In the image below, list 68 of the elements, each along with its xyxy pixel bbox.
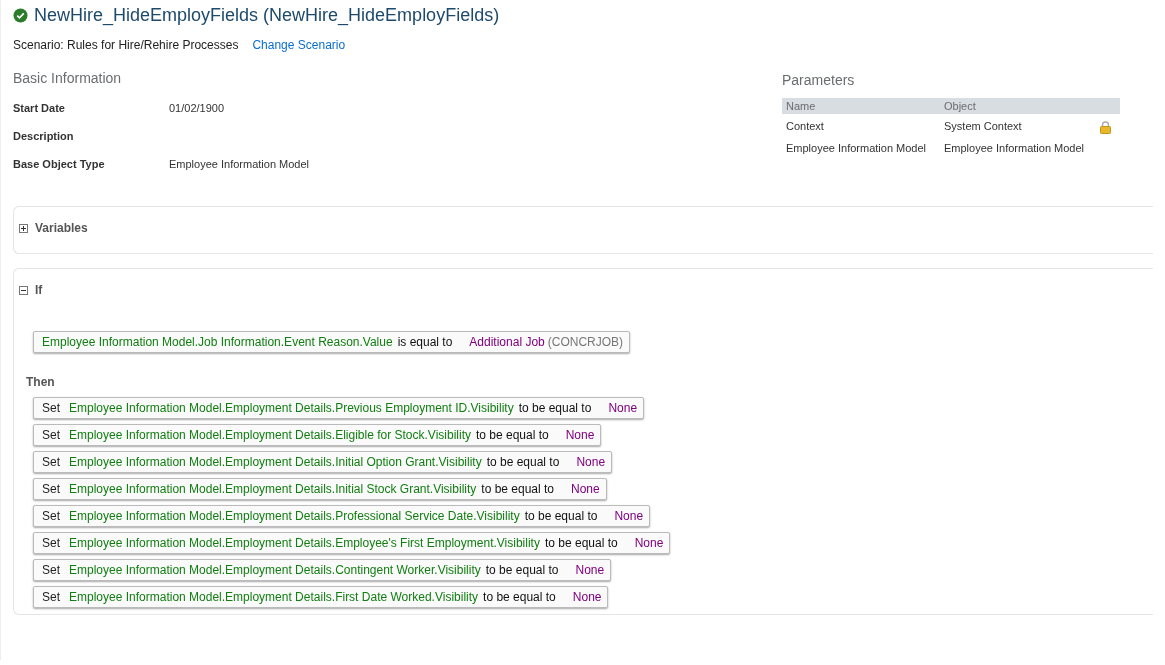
set-keyword: Set [42,590,60,604]
action-statement[interactable]: Set Employee Information Model.Employment Details.Eligible for Stock.Visibility to be equal to None [33,424,602,446]
operator-text: to be equal to [524,509,598,523]
column-header: Name [782,98,940,114]
field-path: Employee Information Model.Employment Details.Initial Stock Grant.Visibility [69,482,477,496]
operator-text: to be equal to [483,590,556,604]
field-label: Start Date [13,102,66,116]
set-keyword: Set [42,455,60,469]
value-text: None [608,401,638,415]
field-path: Employee Information Model.Employment Details.Initial Option Grant.Visibility [69,455,482,469]
operator-text: to be equal to [485,563,559,577]
value-code: (CONCRJOB) [547,335,624,349]
field-path: Employee Information Model.Employment Details.Employee's First Employment.Visibility [69,536,540,550]
field-path: Employee Information Model.Employment Details.Previous Employment ID.Visibility [69,401,514,415]
operator-text: is equal to [397,335,453,349]
value-text: None [572,590,602,604]
action-statement[interactable]: Set Employee Information Model.Employment Details.Contingent Worker.Visibility to be equal to None [33,559,612,581]
then-label: Then [26,375,56,389]
value-text: None [614,509,644,523]
set-keyword: Set [42,509,60,523]
condition-statement[interactable]: Employee Information Model.Job Information.Event Reason.Value is equal to Additional Job (CONCRJOB) [33,331,631,353]
action-statement[interactable]: Set Employee Information Model.Employment Details.Initial Stock Grant.Visibility to be equal to None [33,478,607,500]
field-path: Employee Information Model.Employment Details.Eligible for Stock.Visibility [69,428,471,442]
lock-icon [1100,120,1111,134]
action-statement[interactable]: Set Employee Information Model.Employment Details.Previous Employment ID.Visibility to be equal to None [33,397,645,419]
action-statement[interactable]: Set Employee Information Model.Employment Details.Professional Service Date.Visibility to be equal to None [33,505,651,527]
value-text: Additional Job [469,335,545,349]
set-keyword: Set [42,428,60,442]
if-toggle[interactable]: If [19,269,43,301]
operator-text: to be equal to [475,428,549,442]
variables-toggle[interactable]: Variables [19,207,88,239]
table-cell-text: Employee Information Model [785,141,927,156]
operator-text: to be equal to [518,401,592,415]
action-statement[interactable]: Set Employee Information Model.Employment Details.Employee's First Employment.Visibility to be equal to None [33,532,671,554]
set-keyword: Set [42,401,60,415]
table-cell-text: System Context [943,119,1023,134]
operator-text: to be equal to [481,482,555,496]
scenario-text: Scenario: Rules for Hire/Rehire Processes [13,38,239,52]
success-check-icon [13,8,28,23]
collapse-icon [19,285,28,295]
action-statement[interactable]: Set Employee Information Model.Employment Details.First Date Worked.Visibility to be equal to None [33,586,609,608]
set-keyword: Set [42,563,60,577]
change-scenario-link[interactable]: Change Scenario [252,38,346,52]
field-value: 01/02/1900 [169,102,226,116]
value-text: None [565,428,595,442]
field-path: Employee Information Model.Employment Details.Contingent Worker.Visibility [69,563,481,577]
rule-title: NewHire_HideEmployFields (NewHire_HideEmployFields) [34,5,500,26]
operator-text: to be equal to [544,536,618,550]
field-label: Base Object Type [13,158,106,172]
field-path: Employee Information Model.Job Information.Event Reason.Value [42,335,393,349]
set-keyword: Set [42,536,60,550]
table-cell-text: Context [785,119,825,134]
value-text: None [634,536,664,550]
value-text: None [575,563,605,577]
expand-icon [19,223,28,233]
field-path: Employee Information Model.Employment Details.Professional Service Date.Visibility [69,509,520,523]
value-text: None [571,482,600,496]
action-statement[interactable]: Set Employee Information Model.Employment Details.Initial Option Grant.Visibility to be equal to None [33,451,613,473]
value-text: None [576,455,606,469]
table-cell-text: Employee Information Model [943,141,1085,156]
field-label: Description [13,130,75,144]
field-value: Employee Information Model [169,158,310,172]
section-heading: Parameters [782,72,856,88]
section-heading: Basic Information [13,70,123,86]
field-path: Employee Information Model.Employment Details.First Date Worked.Visibility [69,590,479,604]
column-header: Object [940,98,1100,114]
operator-text: to be equal to [486,455,560,469]
set-keyword: Set [42,482,60,496]
